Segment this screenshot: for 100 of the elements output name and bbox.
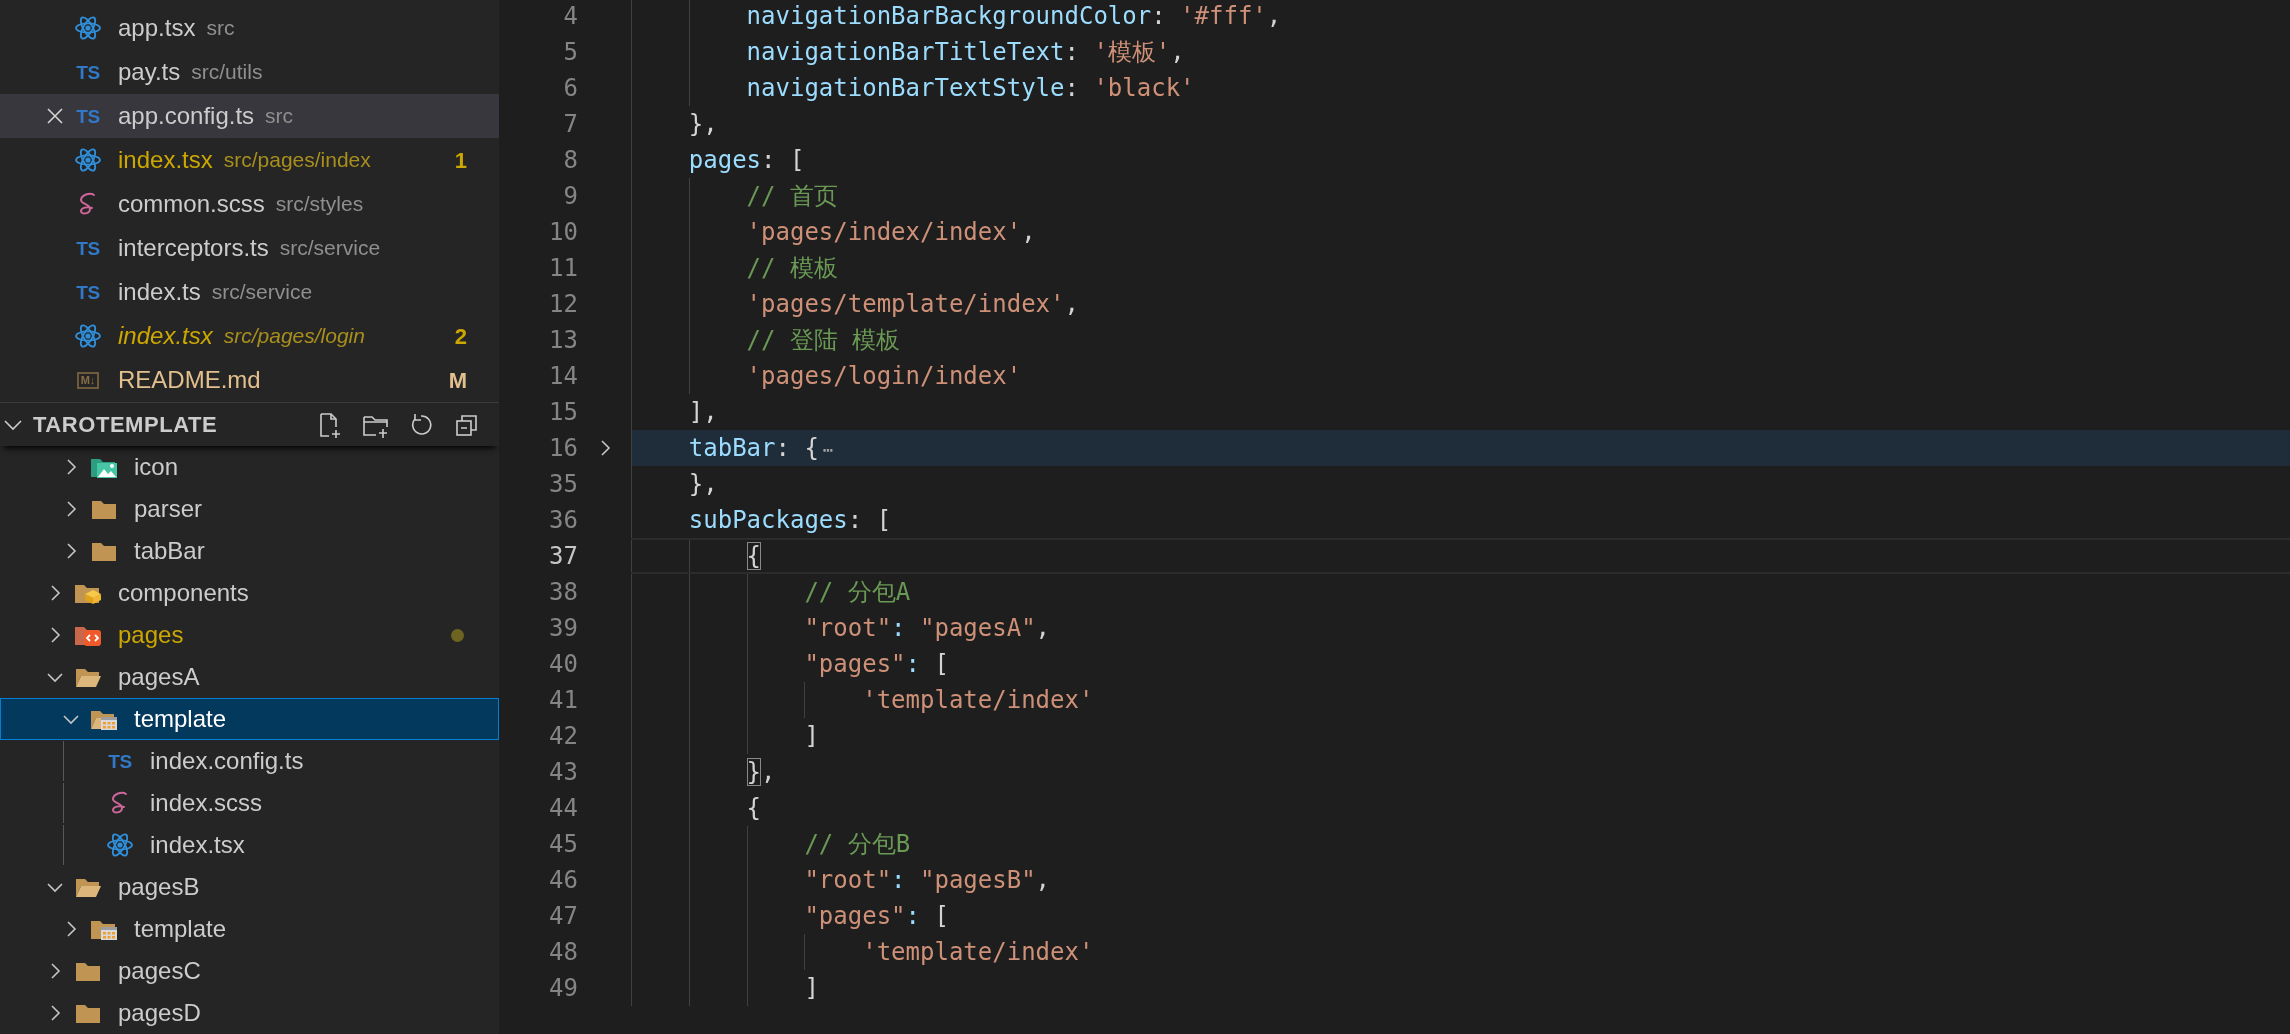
code-line: { [746,541,762,572]
code-line: { [746,793,762,824]
code-line: // 首页 [746,181,838,212]
ts-file-icon: TS [76,282,100,302]
code-line: tabBar: { ⋯ [688,433,834,464]
file-name: index.config.ts [150,746,304,776]
open-editor-item[interactable]: TS index.ts src/service [0,270,499,314]
open-editor-item[interactable]: TS interceptors.ts src/service [0,226,499,270]
tree-item[interactable]: components [0,572,499,614]
line-number: 6 [562,73,578,104]
code-line: // 分包A [804,577,911,608]
file-name: tabBar [134,536,205,566]
line-number: 16 [548,433,578,464]
atom-icon [106,831,134,859]
status-label: 2 [454,322,467,351]
atom-icon [74,146,102,174]
open-editor-item[interactable]: app.tsx src [0,6,499,50]
line-number: 49 [548,973,578,1004]
code-line: // 登陆 模板 [746,325,901,356]
file-name: app.config.ts [118,101,255,131]
code-line: pages: [ [688,145,805,176]
line-number: 12 [548,289,578,320]
markdown-file-icon: M↓ [76,371,100,389]
explorer-title: TAROTEMPLATE [33,411,218,439]
file-name: parser [134,494,203,524]
code-line: // 分包B [804,829,911,860]
tree-item[interactable]: TS index.config.ts [0,740,499,782]
code-line: 'template/index' [862,937,1094,968]
file-path: src/service [279,235,381,262]
line-number: 36 [548,505,578,536]
code-line: navigationBarBackgroundColor: '#fff', [746,1,1282,32]
code-line: }, [688,469,718,500]
file-path: src [265,103,294,130]
line-number: 47 [548,901,578,932]
line-number: 10 [548,217,578,248]
code-line: "root": "pagesB", [804,865,1051,896]
open-editor-item[interactable]: M↓ README.md M [0,358,499,402]
file-name: index.scss [150,788,263,818]
tree-item[interactable]: index.scss [0,782,499,824]
open-editor-item[interactable]: TS app.config.ts src [0,94,499,138]
line-number: 48 [548,937,578,968]
file-name: components [118,578,249,608]
status-label: 1 [454,146,467,175]
line-number: 40 [548,649,578,680]
line-number: 37 [548,541,578,572]
file-name: icon [134,452,179,482]
line-number: 35 [548,469,578,500]
open-editor-item[interactable]: index.tsx src/pages/login 2 [0,314,499,358]
file-name: pages [118,620,184,650]
line-number: 13 [548,325,578,356]
line-number: 38 [548,577,578,608]
tree-item[interactable]: pagesA [0,656,499,698]
open-editor-item[interactable]: TS pay.ts src/utils [0,50,499,94]
code-line: ] [804,973,819,1004]
code-line: 'pages/login/index' [746,361,1022,392]
atom-icon [74,322,102,350]
status-label: M [448,366,467,395]
close-icon[interactable] [45,106,65,126]
file-name: index.tsx [150,830,245,860]
tree-item[interactable]: template [0,908,499,950]
tree-item[interactable]: pages [0,614,499,656]
ts-file-icon: TS [76,62,100,82]
tree-item[interactable]: pagesD [0,992,499,1034]
code-line: "root": "pagesA", [804,613,1051,644]
tree-item[interactable]: parser [0,488,499,530]
file-name: README.md [118,365,261,395]
line-number: 45 [548,829,578,860]
line-number: 4 [562,1,578,32]
line-number: 42 [548,721,578,752]
line-number: 5 [562,37,578,68]
line-number: 14 [548,361,578,392]
tree-item[interactable]: template [0,698,499,740]
line-number: 7 [562,109,578,140]
tree-item[interactable]: pagesB [0,866,499,908]
tree-item[interactable]: icon [0,446,499,488]
file-name: common.scss [118,189,265,219]
code-line: 'pages/index/index', [746,217,1036,248]
file-name: index.tsx [118,145,213,175]
file-path: src/utils [191,59,263,86]
line-number: 46 [548,865,578,896]
file-name: pagesA [118,662,200,692]
ts-file-icon: TS [76,106,100,126]
code-line: }, [688,109,718,140]
file-name: index.tsx [118,321,213,351]
file-name: pagesC [118,956,201,986]
file-name: pagesD [118,998,201,1028]
line-number: 8 [562,145,578,176]
line-number: 44 [548,793,578,824]
line-number: 15 [548,397,578,428]
open-editor-item[interactable]: index.tsx src/pages/index 1 [0,138,499,182]
tree-item[interactable]: pagesC [0,950,499,992]
file-name: template [134,914,227,944]
open-editor-item[interactable]: common.scss src/styles [0,182,499,226]
code-line: "pages": [ [804,901,949,932]
tree-item[interactable]: tabBar [0,530,499,572]
code-line: // 模板 [746,253,838,284]
tree-item[interactable]: index.tsx [0,824,499,866]
file-path: src/pages/index [223,147,371,174]
file-name: template [134,704,227,734]
file-name: interceptors.ts [118,233,269,263]
